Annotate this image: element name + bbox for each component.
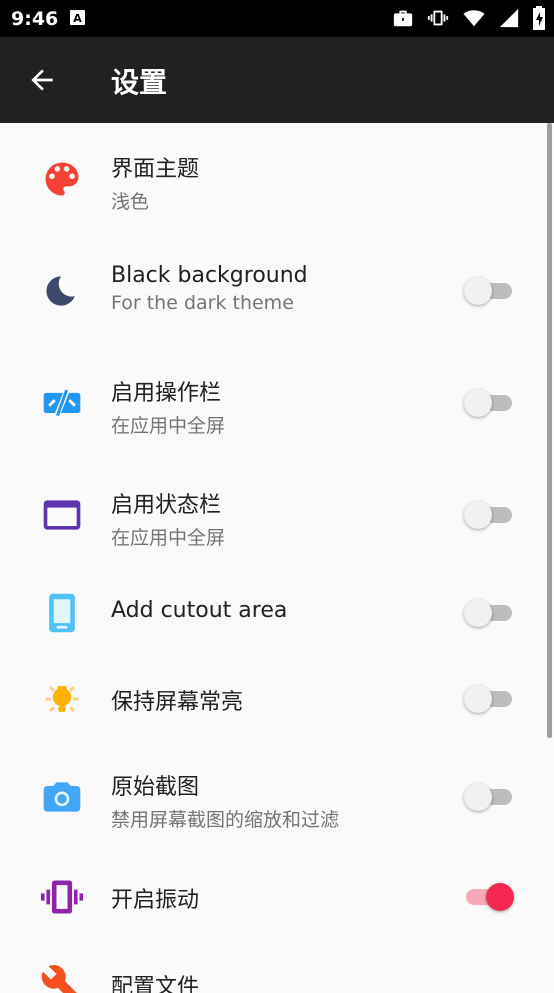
setting-action-bar[interactable]: 启用操作栏 在应用中全屏 — [0, 347, 554, 459]
raw-screenshot-switch[interactable] — [464, 783, 514, 811]
camera-icon — [43, 782, 81, 812]
fullscreen-action-bar-icon — [43, 388, 81, 418]
vibration-switch[interactable] — [464, 883, 514, 911]
status-time: 9:46 — [11, 8, 59, 30]
setting-title: Add cutout area — [111, 598, 288, 623]
setting-title: 保持屏幕常亮 — [111, 690, 244, 715]
setting-title: 开启振动 — [111, 888, 200, 913]
setting-status-bar[interactable]: 启用状态栏 在应用中全屏 — [0, 459, 554, 571]
setting-subtitle: For the dark theme — [111, 292, 294, 314]
status-bar-switch[interactable] — [464, 501, 514, 529]
setting-cutout-area[interactable]: Add cutout area — [0, 571, 554, 655]
vibrate-icon — [427, 10, 449, 26]
app-bar: 设置 — [0, 37, 554, 123]
cutout-area-switch[interactable] — [464, 599, 514, 627]
setting-title: 启用状态栏 — [111, 493, 222, 518]
briefcase-icon — [393, 10, 413, 27]
setting-config-file[interactable]: 配置文件 — [0, 953, 554, 993]
setting-title: 原始截图 — [111, 775, 200, 800]
setting-subtitle: 在应用中全屏 — [111, 527, 226, 549]
action-bar-switch[interactable] — [464, 389, 514, 417]
setting-title: 配置文件 — [111, 975, 200, 993]
setting-title: 界面主题 — [111, 157, 200, 182]
setting-black-background[interactable]: Black background For the dark theme — [0, 235, 554, 347]
setting-subtitle: 在应用中全屏 — [111, 415, 226, 437]
svg-text:A: A — [73, 12, 82, 25]
window-icon — [43, 500, 81, 530]
wrench-icon — [41, 965, 77, 993]
wifi-icon — [463, 10, 485, 27]
arrow-back-icon[interactable] — [26, 64, 58, 96]
setting-vibration[interactable]: 开启振动 — [0, 853, 554, 953]
setting-theme[interactable]: 界面主题 浅色 — [0, 123, 554, 235]
status-bar: 9:46 A — [0, 0, 554, 37]
page-title: 设置 — [111, 66, 168, 99]
palette-icon — [45, 162, 79, 196]
setting-keep-screen-on[interactable]: 保持屏幕常亮 — [0, 655, 554, 741]
vibration-icon — [40, 880, 84, 914]
cell-signal-icon — [499, 8, 519, 28]
battery-charging-icon — [533, 6, 545, 30]
lightbulb-icon — [45, 686, 79, 712]
phone-cutout-icon — [49, 593, 75, 633]
black-background-switch[interactable] — [464, 277, 514, 305]
setting-subtitle: 禁用屏幕截图的缩放和过滤 — [111, 809, 340, 831]
moon-icon — [46, 276, 75, 306]
keep-screen-on-switch[interactable] — [464, 685, 514, 713]
setting-title: Black background — [111, 263, 308, 288]
setting-subtitle: 浅色 — [111, 191, 150, 213]
setting-raw-screenshot[interactable]: 原始截图 禁用屏幕截图的缩放和过滤 — [0, 741, 554, 853]
setting-title: 启用操作栏 — [111, 381, 222, 406]
keyboard-a-icon: A — [70, 10, 85, 25]
